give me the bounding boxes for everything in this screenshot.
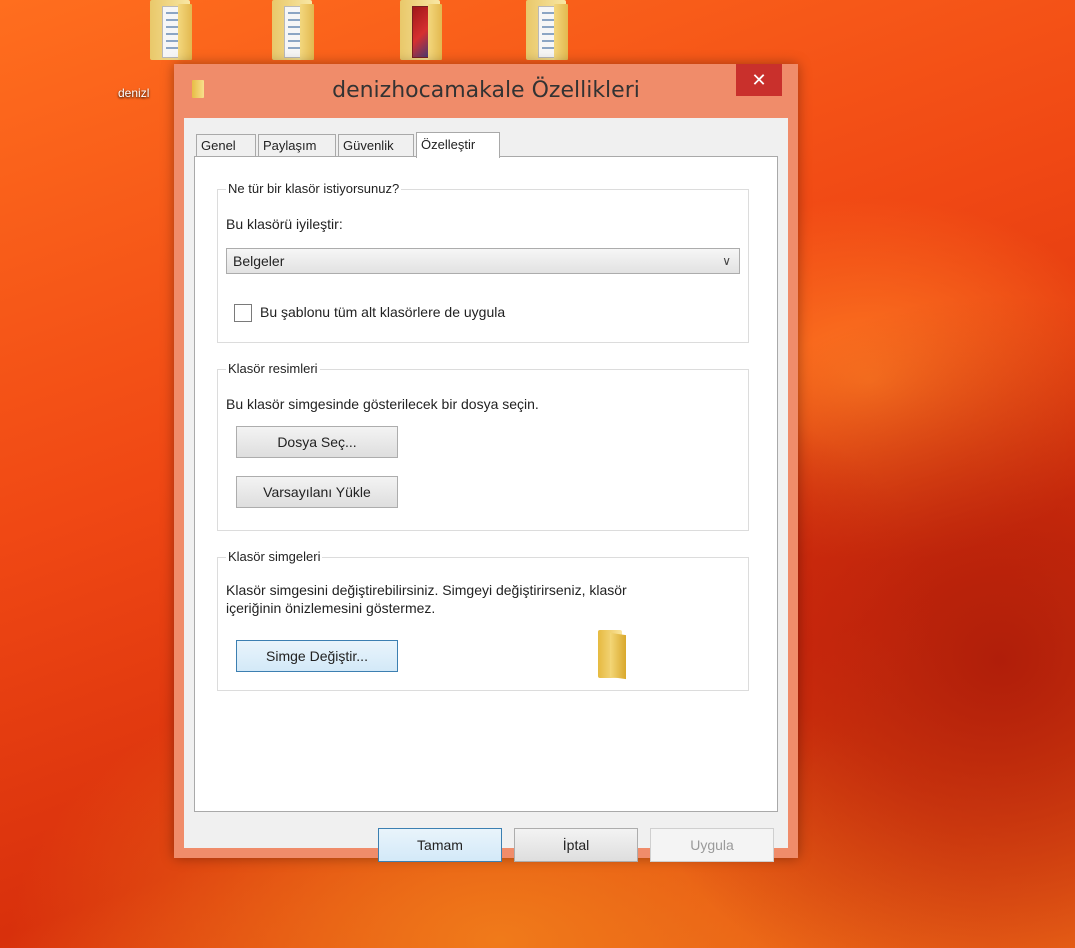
tab-security[interactable]: Güvenlik <box>338 134 414 156</box>
group-legend: Ne tür bir klasör istiyorsunuz? <box>226 181 402 196</box>
folder-icons-description-line2: içeriğinin önizlemesini göstermez. <box>226 600 436 616</box>
folder-type-group: Ne tür bir klasör istiyorsunuz? Bu klasö… <box>217 181 749 343</box>
group-legend: Klasör simgeleri <box>226 549 323 564</box>
title-bar[interactable]: denizhocamakale Özellikleri ✕ <box>174 64 798 118</box>
tab-sharing[interactable]: Paylaşım <box>258 134 336 156</box>
close-button[interactable]: ✕ <box>736 64 782 96</box>
optimize-for-select[interactable]: Belgeler ∨ <box>226 248 740 274</box>
tab-customize[interactable]: Özelleştir <box>416 132 500 158</box>
change-icon-button[interactable]: Simge Değiştir... <box>236 640 398 672</box>
folder-pictures-description: Bu klasör simgesinde gösterilecek bir do… <box>226 396 539 412</box>
customize-panel: Ne tür bir klasör istiyorsunuz? Bu klasö… <box>194 156 778 812</box>
desktop-folder-icon[interactable] <box>144 0 200 64</box>
dialog-title: denizhocamakale Özellikleri <box>332 78 640 103</box>
group-legend: Klasör resimleri <box>226 361 320 376</box>
chevron-down-icon: ∨ <box>722 254 731 268</box>
folder-icons-description-line1: Klasör simgesini değiştirebilirsiniz. Si… <box>226 582 627 598</box>
apply-subfolders-checkbox[interactable] <box>234 304 252 322</box>
cancel-button[interactable]: İptal <box>514 828 638 862</box>
desktop-folder-icon[interactable] <box>266 0 322 64</box>
desktop-icon-label[interactable]: denizl <box>118 86 149 100</box>
desktop-pictures-folder-icon[interactable] <box>394 0 450 64</box>
folder-icons-group: Klasör simgeleri Klasör simgesini değişt… <box>217 549 749 691</box>
folder-preview-icon <box>598 630 626 680</box>
apply-button: Uygula <box>650 828 774 862</box>
properties-dialog: denizhocamakale Özellikleri ✕ Genel Payl… <box>174 64 798 862</box>
optimize-for-value: Belgeler <box>233 253 285 269</box>
restore-default-button[interactable]: Varsayılanı Yükle <box>236 476 398 508</box>
optimize-label: Bu klasörü iyileştir: <box>226 216 343 232</box>
desktop-folder-icon[interactable] <box>520 0 576 64</box>
apply-subfolders-label[interactable]: Bu şablonu tüm alt klasörlere de uygula <box>260 304 505 320</box>
tab-general[interactable]: Genel <box>196 134 256 156</box>
choose-file-button[interactable]: Dosya Seç... <box>236 426 398 458</box>
ok-button[interactable]: Tamam <box>378 828 502 862</box>
folder-pictures-group: Klasör resimleri Bu klasör simgesinde gö… <box>217 361 749 531</box>
dialog-client-area: Genel Paylaşım Güvenlik Özelleştir Ne tü… <box>184 118 788 862</box>
